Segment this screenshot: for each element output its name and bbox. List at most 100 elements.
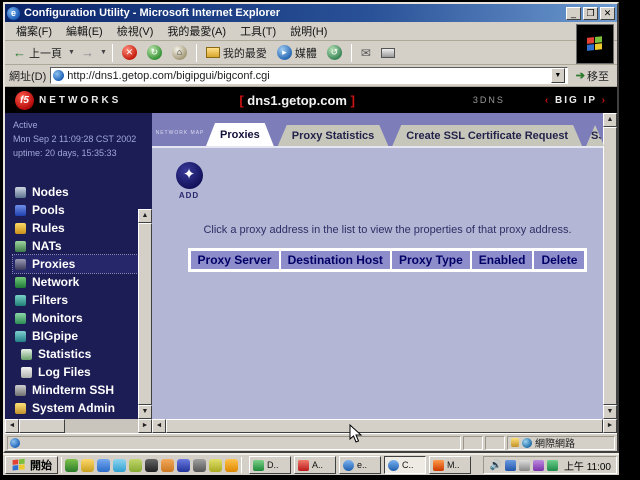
column-destination-host[interactable]: Destination Host (281, 251, 390, 269)
history-icon: ↺ (327, 45, 342, 60)
title-bar: e Configuration Utility - Microsoft Inte… (5, 4, 617, 22)
sidebar-item-pools[interactable]: Pools (13, 201, 138, 219)
add-proxy-button[interactable]: ✦ ADD (172, 162, 206, 200)
print-button[interactable] (377, 47, 399, 59)
tab-proxies[interactable]: Proxies (206, 123, 274, 146)
forward-button[interactable]: → (77, 44, 98, 61)
scroll-down-icon[interactable]: ▼ (603, 405, 617, 419)
sidebar-item-log-files[interactable]: Log Files (13, 363, 138, 381)
quick-launch-icon[interactable] (81, 459, 94, 472)
history-button[interactable]: ↺ (323, 44, 346, 61)
sidebar-item-mindterm-ssh[interactable]: Mindterm SSH (13, 381, 138, 399)
home-button[interactable]: ⌂ (168, 44, 191, 61)
scroll-left-icon[interactable]: ◄ (152, 419, 166, 433)
forward-dropdown[interactable]: ▼ (100, 49, 107, 56)
scrollbar-thumb[interactable] (19, 419, 65, 433)
menu-favorites[interactable]: 我的最愛(A) (160, 21, 233, 41)
refresh-button[interactable]: ↻ (143, 44, 166, 61)
address-input[interactable] (67, 70, 551, 82)
network-map-button[interactable]: NETWORK MAP (154, 121, 206, 139)
stop-button[interactable]: ✕ (118, 44, 141, 61)
proxies-panel: ✦ ADD Click a proxy address in the list … (152, 148, 603, 419)
menu-view[interactable]: 檢視(V) (110, 21, 161, 41)
content-vertical-scrollbar[interactable]: ▲ ▼ (603, 113, 617, 419)
maximize-button[interactable]: ❐ (583, 7, 598, 20)
favorites-button[interactable]: 我的最愛 (202, 44, 271, 62)
column-proxy-server[interactable]: Proxy Server (191, 251, 279, 269)
tab-create-ssl-certificate-request[interactable]: Create SSL Certificate Request (392, 125, 582, 146)
taskbar-app-button[interactable]: M.. (429, 456, 471, 474)
sidebar-item-monitors[interactable]: Monitors (13, 309, 138, 327)
taskbar-app-button[interactable]: D.. (249, 456, 291, 474)
content-area: NETWORK MAP Proxies Proxy Statistics Cre… (152, 113, 617, 433)
scroll-down-icon[interactable]: ▼ (138, 405, 152, 419)
minimize-button[interactable]: _ (566, 7, 581, 20)
quick-launch-icon[interactable] (161, 459, 174, 472)
quick-launch-icon[interactable] (65, 459, 78, 472)
sidebar-item-filters[interactable]: Filters (13, 291, 138, 309)
sidebar-vertical-scrollbar[interactable]: ▲ ▼ (138, 209, 152, 419)
proxy-table-header-row: Proxy Server Destination Host Proxy Type… (191, 251, 585, 269)
close-button[interactable]: ✕ (600, 7, 615, 20)
taskbar-app-button[interactable]: A.. (294, 456, 336, 474)
sidebar-item-system-admin[interactable]: System Admin (13, 399, 138, 417)
back-button[interactable]: ← 上一頁 (9, 44, 66, 62)
address-dropdown[interactable]: ▼ (551, 68, 565, 83)
system-tray: 🔊 上午 11:00 (483, 456, 617, 474)
menu-tools[interactable]: 工具(T) (233, 21, 283, 41)
scroll-right-icon[interactable]: ► (138, 419, 152, 433)
tray-icon[interactable] (533, 460, 544, 471)
display-tray-icon[interactable] (519, 460, 530, 471)
quick-launch-icon[interactable] (145, 459, 158, 472)
sidebar-item-label: Filters (32, 293, 68, 307)
quick-launch-icon[interactable] (97, 459, 110, 472)
scrollbar-thumb[interactable] (138, 223, 152, 405)
column-delete[interactable]: Delete (534, 251, 584, 269)
tray-icon[interactable] (505, 460, 516, 471)
nodes-icon (15, 187, 26, 198)
scrollbar-thumb[interactable] (603, 127, 617, 405)
sidebar-item-proxies[interactable]: Proxies (13, 255, 138, 273)
sidebar-horizontal-scrollbar[interactable]: ◄ ► (5, 419, 152, 433)
quick-launch-icon[interactable] (193, 459, 206, 472)
sidebar-item-bigpipe[interactable]: BIGpipe (13, 327, 138, 345)
volume-icon[interactable]: 🔊 (489, 460, 501, 471)
go-button[interactable]: ➔ 移至 (572, 68, 613, 84)
quick-launch-icon[interactable] (129, 459, 142, 472)
quick-launch-icon[interactable] (113, 459, 126, 472)
mail-icon: ✉ (361, 46, 371, 60)
mail-button[interactable]: ✉ (357, 45, 375, 61)
sidebar-item-statistics[interactable]: Statistics (13, 345, 138, 363)
taskbar-app-button-active[interactable]: C.. (384, 456, 426, 474)
tray-icon[interactable] (547, 460, 558, 471)
tab-proxy-statistics[interactable]: Proxy Statistics (278, 125, 389, 146)
content-horizontal-scrollbar[interactable]: ◄ ► (152, 419, 617, 433)
scroll-right-icon[interactable]: ► (603, 419, 617, 433)
sidebar-item-nodes[interactable]: Nodes (13, 183, 138, 201)
media-button[interactable]: ▸ 媒體 (273, 44, 321, 62)
taskbar-app-button[interactable]: e.. (339, 456, 381, 474)
favorites-label: 我的最愛 (223, 45, 267, 61)
start-button[interactable]: 開始 (5, 456, 58, 474)
column-proxy-type[interactable]: Proxy Type (392, 251, 470, 269)
menu-edit[interactable]: 編輯(E) (59, 21, 110, 41)
app-label: A.. (312, 460, 323, 470)
sidebar-item-label: BIGpipe (32, 329, 78, 343)
scroll-up-icon[interactable]: ▲ (138, 209, 152, 223)
scrollbar-thumb[interactable] (166, 419, 603, 433)
sidebar: Active Mon Sep 2 11:09:28 CST 2002 uptim… (5, 113, 152, 433)
status-message-area (7, 436, 461, 450)
quick-launch-icon[interactable] (177, 459, 190, 472)
menu-help[interactable]: 說明(H) (283, 21, 334, 41)
column-enabled[interactable]: Enabled (472, 251, 533, 269)
scroll-up-icon[interactable]: ▲ (603, 113, 617, 127)
back-dropdown[interactable]: ▼ (68, 49, 75, 56)
sidebar-item-rules[interactable]: Rules (13, 219, 138, 237)
sidebar-item-nats[interactable]: NATs (13, 237, 138, 255)
quick-launch-icon[interactable] (225, 459, 238, 472)
menu-file[interactable]: 檔案(F) (9, 21, 59, 41)
scroll-left-icon[interactable]: ◄ (5, 419, 19, 433)
quick-launch-icon[interactable] (209, 459, 222, 472)
tab-install-ssl-certificate[interactable]: Install SSL Certif (586, 125, 604, 146)
sidebar-item-network[interactable]: Network (13, 273, 138, 291)
